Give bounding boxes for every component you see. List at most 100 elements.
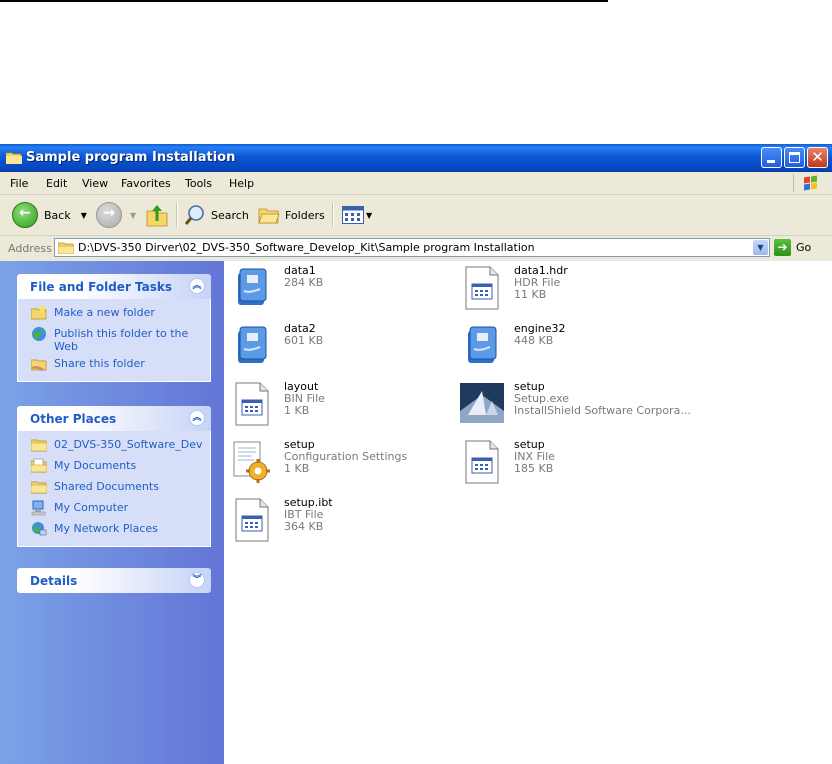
file-size: 1 KB [284,462,310,475]
my-documents-icon [31,458,47,473]
expand-chevron-icon[interactable]: ︾ [189,572,205,588]
new-folder-icon [31,305,47,320]
place-shared-documents[interactable]: Shared Documents [18,479,210,500]
panel-body: 02_DVS-350_Software_Dev My Documents Sha… [17,431,211,547]
folder-icon [31,481,47,494]
windows-logo-icon [793,174,828,192]
go-button[interactable]: ➔ Go [774,239,811,256]
place-software-dev-kit[interactable]: 02_DVS-350_Software_Dev [18,437,210,458]
collapse-chevron-icon[interactable]: ︽ [189,278,205,294]
place-label: Shared Documents [54,480,159,493]
place-my-documents[interactable]: My Documents [18,458,210,479]
cab-archive-icon [238,326,267,363]
other-places-panel: Other Places ︽ 02_DVS-350_Software_Dev M… [17,406,211,547]
panel-title: File and Folder Tasks [30,280,173,294]
file-item[interactable]: data2 601 KB [224,319,454,371]
up-folder-icon [146,205,168,227]
task-label: Make a new folder [54,306,155,319]
task-publish-folder-web[interactable]: Publish this folder to the Web [18,326,210,356]
file-size: 364 KB [284,520,324,533]
place-my-network-places[interactable]: My Network Places [18,521,210,542]
address-input[interactable]: D:\DVS-350 Dirver\02_DVS-350_Software_De… [54,238,770,257]
views-button[interactable]: ▼ [342,201,372,229]
file-item[interactable]: data1 284 KB [224,261,454,313]
views-icon [342,206,364,224]
cab-archive-icon [468,326,497,363]
generic-file-icon [235,498,269,542]
folders-button[interactable]: Folders [258,201,325,229]
forward-arrow-icon: → [96,202,122,228]
file-item[interactable]: setup INX File 185 KB [454,435,684,487]
chevron-down-icon[interactable]: ▼ [130,211,136,220]
place-label: My Network Places [54,522,158,535]
explorer-window: Sample program Installation ✕ File Edit … [0,144,832,764]
file-item[interactable]: data1.hdr HDR File 11 KB [454,261,684,313]
maximize-button[interactable] [784,147,805,168]
details-panel: Details ︾ [17,568,211,593]
place-label: 02_DVS-350_Software_Dev [54,438,203,451]
title-bar[interactable]: Sample program Installation ✕ [0,144,832,172]
folder-icon [6,152,22,164]
forward-button[interactable]: → ▼ [96,201,136,229]
collapse-chevron-icon[interactable]: ︽ [189,410,205,426]
generic-file-icon [235,382,269,426]
task-share-folder[interactable]: Share this folder [18,356,210,377]
go-label: Go [796,241,812,254]
search-label: Search [211,208,249,222]
menu-file[interactable]: File [10,177,28,190]
file-item[interactable]: setup Setup.exe InstallShield Software C… [454,377,691,429]
panel-title: Details [30,574,78,588]
close-button[interactable]: ✕ [807,147,828,168]
search-icon [184,205,204,225]
toolbar-separator [332,203,334,227]
chevron-down-icon[interactable]: ▼ [753,240,768,255]
folders-icon [258,208,280,224]
menu-edit[interactable]: Edit [46,177,67,190]
file-size: 11 KB [514,288,547,301]
back-button[interactable]: ← Back ▼ [12,201,87,229]
installshield-icon [460,383,504,423]
panel-body: Make a new folder Publish this folder to… [17,299,211,382]
minimize-icon [767,160,775,163]
menu-help[interactable]: Help [229,177,254,190]
back-arrow-icon: ← [12,202,38,228]
panel-header[interactable]: File and Folder Tasks ︽ [17,274,211,299]
file-size: 1 KB [284,404,310,417]
window-title: Sample program Installation [26,150,236,165]
place-my-computer[interactable]: My Computer [18,500,210,521]
generic-file-icon [465,266,499,310]
cab-archive-icon [238,268,267,305]
panel-header[interactable]: Other Places ︽ [17,406,211,431]
share-folder-icon [31,359,47,371]
minimize-button[interactable] [761,147,782,168]
my-computer-icon [31,500,46,516]
folders-label: Folders [285,208,325,222]
panel-header[interactable]: Details ︾ [17,568,211,593]
address-bar: Address D:\DVS-350 Dirver\02_DVS-350_Sof… [0,236,832,260]
network-icon [32,522,47,536]
menu-tools[interactable]: Tools [185,177,212,190]
file-item[interactable]: setup Configuration Settings 1 KB [224,435,454,487]
search-button[interactable]: Search [184,201,249,229]
file-size: 601 KB [284,334,324,347]
file-item[interactable]: setup.ibt IBT File 364 KB [224,493,454,545]
file-item[interactable]: layout BIN File 1 KB [224,377,454,429]
task-label: Share this folder [54,357,145,370]
up-folder-button[interactable] [146,201,168,229]
file-list: data1 284 KB data1.hdr HDR File 11 KB da… [224,261,832,764]
folder-icon [31,439,47,452]
file-item[interactable]: engine32 448 KB [454,319,684,371]
place-label: My Computer [54,501,129,514]
address-label: Address [8,242,52,255]
chevron-down-icon: ▼ [366,210,373,220]
generic-file-icon [465,440,499,484]
chevron-down-icon[interactable]: ▼ [81,211,87,220]
close-icon: ✕ [811,148,824,166]
back-label: Back [44,208,71,222]
menu-view[interactable]: View [82,177,108,190]
task-make-new-folder[interactable]: Make a new folder [18,305,210,326]
menu-favorites[interactable]: Favorites [121,177,171,190]
config-settings-icon [233,441,270,483]
globe-icon [32,327,46,341]
task-pane: File and Folder Tasks ︽ Make a new folde… [0,261,224,764]
